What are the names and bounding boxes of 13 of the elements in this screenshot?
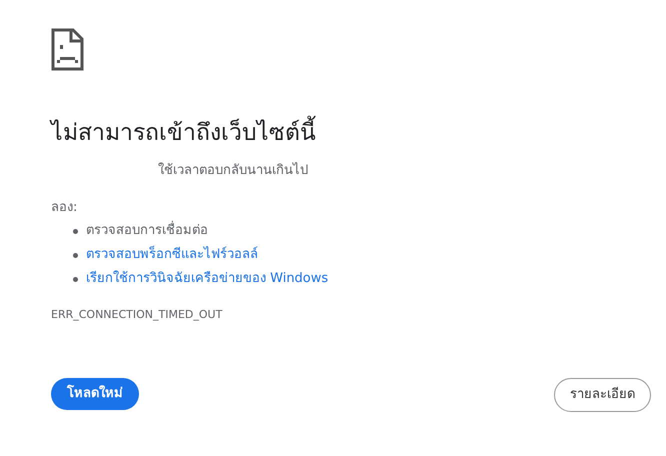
error-title: ไม่สามารถเข้าถึงเว็บไซต์นี้ (51, 117, 666, 149)
error-code: ERR_CONNECTION_TIMED_OUT (51, 307, 222, 323)
error-description: ใช้เวลาตอบกลับนานเกินไป (158, 161, 308, 180)
bullet-icon (73, 276, 78, 282)
bullet-icon (73, 228, 78, 234)
suggestion-link[interactable]: ตรวจสอบพร็อกซีและไฟร์วอลล์ (86, 245, 258, 265)
sad-page-icon (51, 28, 84, 71)
reload-button[interactable]: โหลดใหม่ (51, 378, 139, 410)
suggestion-link[interactable]: เรียกใช้การวินิจฉัยเครือข่ายของ Windows (86, 269, 328, 289)
bullet-icon (73, 252, 78, 258)
suggestion-text: ตรวจสอบการเชื่อมต่อ (86, 221, 208, 241)
suggestions-heading: ลอง: (51, 198, 78, 216)
details-button[interactable]: รายละเอียด (554, 378, 651, 412)
